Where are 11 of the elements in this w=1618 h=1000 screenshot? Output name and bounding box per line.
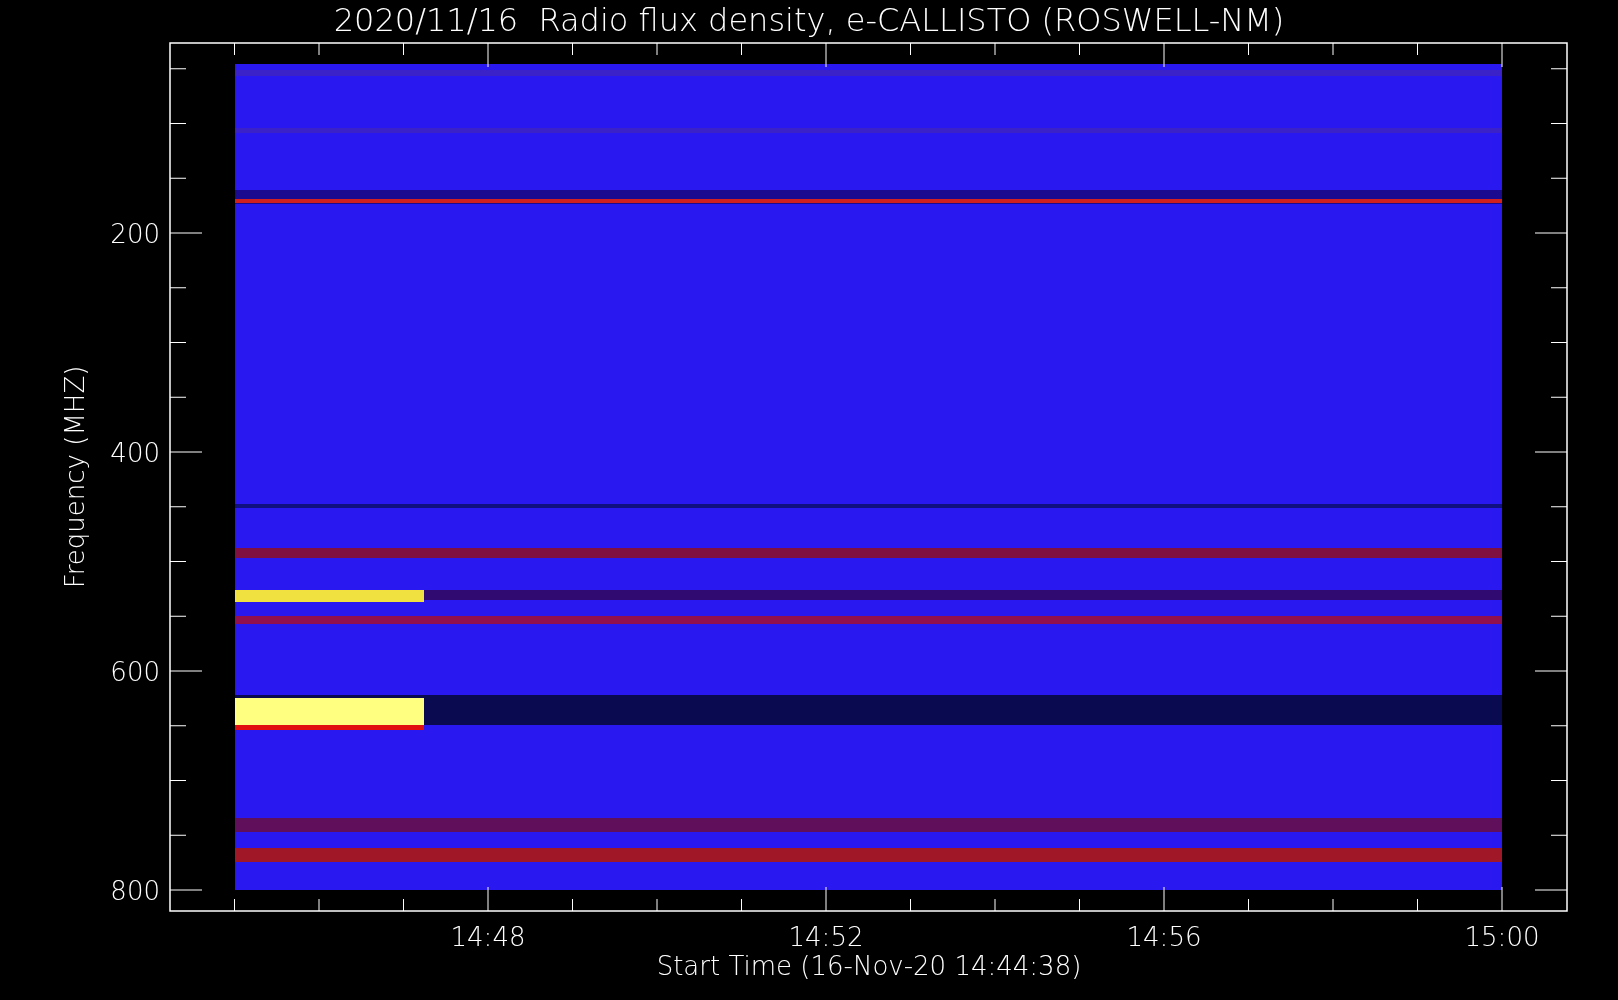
y-tick-label: 800 (110, 876, 160, 906)
x-tick-label: 15:00 (1464, 922, 1540, 952)
chart-title: 2020/11/16 Radio flux density, e-CALLISTO (ROSWELL-NM) (333, 1, 1285, 39)
y-tick-label: 200 (110, 219, 160, 249)
y-tick-label: 600 (110, 657, 160, 687)
x-axis-label: Start Time (16-Nov-20 14:44:38) (656, 951, 1082, 981)
x-tick-label: 14:52 (788, 922, 864, 952)
y-axis-label: Frequency (MHZ) (60, 365, 90, 589)
x-tick-label: 14:56 (1126, 922, 1202, 952)
x-tick-label: 14:48 (450, 922, 526, 952)
y-tick-label: 400 (110, 438, 160, 468)
